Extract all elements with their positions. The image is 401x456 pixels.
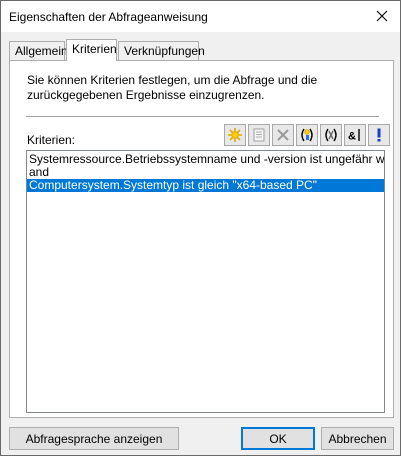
cancel-label: Abbrechen bbox=[328, 431, 387, 446]
new-criterion-button[interactable] bbox=[224, 124, 246, 146]
tab-label: Verknüpfungen bbox=[124, 44, 205, 58]
title-bar: Eigenschaften der Abfrageanweisung bbox=[1, 1, 400, 32]
ok-button[interactable]: OK bbox=[241, 427, 315, 450]
delete-icon bbox=[277, 129, 289, 141]
dialog-window: Eigenschaften der Abfrageanweisung Allge… bbox=[0, 0, 401, 456]
criteria-tab-panel: Sie können Kriterien festlegen, um die A… bbox=[9, 60, 394, 418]
close-icon bbox=[376, 10, 388, 22]
not-button[interactable] bbox=[368, 124, 390, 146]
and-or-button[interactable]: & bbox=[344, 124, 366, 146]
close-button[interactable] bbox=[368, 3, 396, 29]
and-or-icon: & bbox=[348, 129, 360, 143]
criteria-label: Kriterien: bbox=[27, 133, 76, 147]
delete-button[interactable] bbox=[272, 124, 294, 146]
new-criterion-icon bbox=[228, 128, 242, 142]
criteria-list[interactable]: Systemressource.Betriebssystemname und -… bbox=[26, 150, 385, 413]
remove-parenthesis-icon bbox=[325, 128, 337, 142]
tab-kriterien[interactable]: Kriterien bbox=[66, 39, 117, 61]
tab-label: Kriterien bbox=[72, 42, 117, 56]
remove-parenthesis-button[interactable] bbox=[320, 124, 342, 146]
tab-verknuepfungen[interactable]: Verknüpfungen bbox=[118, 41, 205, 60]
criteria-toolbar: & bbox=[224, 124, 390, 146]
separator-line bbox=[26, 116, 379, 117]
criteria-list-item-selected[interactable]: Computersystem.Systemtyp ist gleich "x64… bbox=[27, 179, 384, 192]
svg-text:&: & bbox=[348, 131, 356, 143]
properties-icon bbox=[253, 128, 265, 142]
not-icon bbox=[377, 128, 381, 142]
show-query-language-label: Abfragesprache anzeigen bbox=[25, 431, 163, 446]
tab-allgemein[interactable]: Allgemein bbox=[9, 41, 68, 60]
description-text: Sie können Kriterien festlegen, um die A… bbox=[27, 73, 318, 102]
tab-label: Allgemein bbox=[15, 44, 68, 58]
insert-parenthesis-button[interactable] bbox=[296, 124, 318, 146]
insert-parenthesis-icon bbox=[301, 128, 313, 142]
window-title: Eigenschaften der Abfrageanweisung bbox=[9, 10, 208, 24]
properties-button[interactable] bbox=[248, 124, 270, 146]
cancel-button[interactable]: Abbrechen bbox=[321, 427, 394, 450]
ok-label: OK bbox=[269, 431, 287, 446]
criteria-list-item[interactable]: Systemressource.Betriebssystemname und -… bbox=[27, 153, 384, 166]
show-query-language-button[interactable]: Abfragesprache anzeigen bbox=[9, 427, 179, 450]
